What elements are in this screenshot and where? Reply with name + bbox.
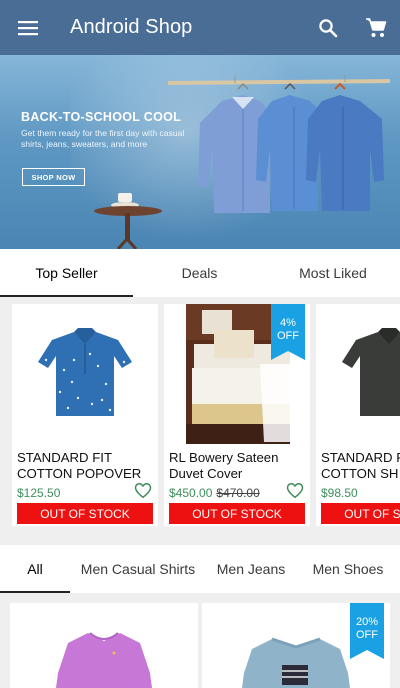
- category-tab-all[interactable]: All: [0, 545, 70, 593]
- old-price: $470.00: [216, 486, 260, 500]
- product-name: STANDARD FIT COTTON SH: [321, 450, 400, 481]
- out-of-stock-button[interactable]: OUT OF STOCK: [321, 503, 400, 524]
- heart-icon[interactable]: [286, 482, 304, 499]
- category-product-grid[interactable]: 20% OFF: [0, 603, 400, 688]
- product-image: [56, 632, 152, 688]
- out-of-stock-button[interactable]: OUT OF STOCK: [17, 503, 153, 524]
- product-card[interactable]: [10, 603, 198, 688]
- section-tabs: Top Seller Deals Most Liked: [0, 249, 400, 297]
- promo-banner[interactable]: BACK-TO-SCHOOL COOL Get them ready for t…: [0, 55, 400, 249]
- category-tabs: All Men Casual Shirts Men Jeans Men Shoe…: [0, 545, 400, 593]
- product-name: RL Bowery Sateen Duvet Cover: [169, 450, 279, 481]
- product-image: [342, 328, 400, 416]
- price-value: $98.50: [321, 486, 358, 500]
- search-button[interactable]: [304, 0, 352, 55]
- price-value: $125.50: [17, 486, 61, 500]
- tab-most-liked[interactable]: Most Liked: [266, 249, 400, 297]
- product-name: STANDARD FIT COTTON POPOVER: [17, 450, 142, 481]
- heart-icon[interactable]: [134, 482, 152, 499]
- app-bar: Android Shop: [0, 0, 400, 55]
- menu-icon: [18, 20, 38, 35]
- active-category-indicator: [0, 591, 70, 593]
- shop-now-button[interactable]: SHOP NOW: [22, 168, 85, 186]
- product-card[interactable]: 20% OFF: [202, 603, 390, 688]
- hanging-shirts-image: [167, 75, 391, 213]
- product-card[interactable]: 4% OFF RL Bowery Sateen Duvet Cover $450…: [164, 304, 310, 526]
- product-image: [38, 328, 132, 416]
- top-seller-list[interactable]: STANDARD FIT COTTON POPOVER $125.50 OUT …: [0, 296, 400, 536]
- price-value: $450.00: [169, 486, 213, 500]
- product-card[interactable]: STANDARD FIT COTTON POPOVER $125.50 OUT …: [12, 304, 158, 526]
- banner-headline: BACK-TO-SCHOOL COOL: [21, 110, 182, 124]
- product-price: $125.50: [17, 486, 60, 500]
- category-tab-men-casual-shirts[interactable]: Men Casual Shirts: [70, 545, 206, 593]
- cart-icon: [366, 17, 387, 37]
- product-price: $450.00 $470.00: [169, 486, 260, 500]
- menu-button[interactable]: [0, 0, 56, 55]
- app-title: Android Shop: [70, 16, 193, 38]
- tab-deals[interactable]: Deals: [133, 249, 266, 297]
- category-tab-men-shoes[interactable]: Men Shoes: [296, 545, 400, 593]
- search-icon: [319, 18, 338, 37]
- out-of-stock-button[interactable]: OUT OF STOCK: [169, 503, 305, 524]
- banner-subtext: Get them ready for the first day with ca…: [21, 128, 185, 149]
- side-table-image: [94, 193, 162, 249]
- product-price: $98.50: [321, 486, 358, 500]
- category-tab-men-jeans[interactable]: Men Jeans: [206, 545, 296, 593]
- tab-top-seller[interactable]: Top Seller: [0, 249, 133, 297]
- product-card[interactable]: STANDARD FIT COTTON SH $98.50 OUT OF STO…: [316, 304, 400, 526]
- cart-button[interactable]: [352, 0, 400, 55]
